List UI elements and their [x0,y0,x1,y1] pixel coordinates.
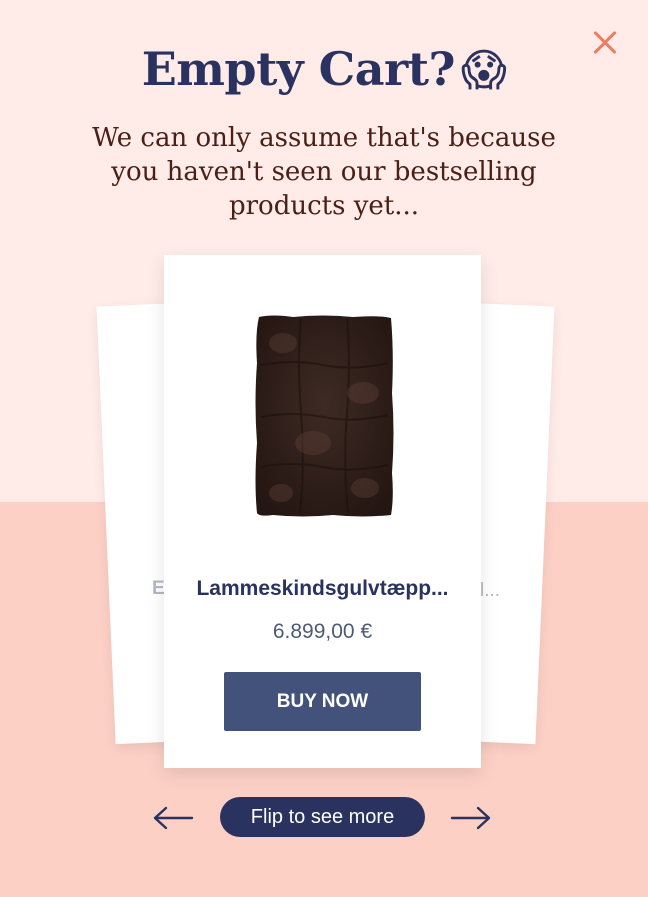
product-name[interactable]: Lammeskindsgulvtæpp... [164,577,481,601]
next-card-peek-text: l... [480,580,501,601]
buy-now-button[interactable]: BUY NOW [224,672,421,731]
arrow-left-icon[interactable] [152,803,194,833]
popup-title: Empty Cart? 😱 [0,42,648,96]
flip-to-see-more-button[interactable]: Flip to see more [220,797,425,837]
popup-subtitle: We can only assume that's because you ha… [92,123,556,221]
arrow-right-icon[interactable] [450,803,492,833]
popup-title-text: Empty Cart? [141,42,456,96]
product-price: 6.899,00 € [272,620,373,643]
product-card[interactable]: Lammeskindsgulvtæpp... 6.899,00 € BUY NO… [164,255,481,768]
scream-emoji-icon: 😱 [460,45,507,96]
sheepskin-rug-image [255,315,394,517]
previous-card-peek-text: E [152,578,165,599]
